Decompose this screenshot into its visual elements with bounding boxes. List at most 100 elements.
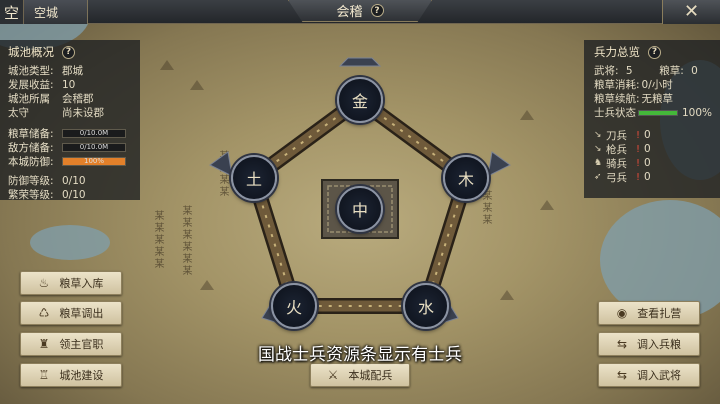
troop-count: 0 — [644, 143, 651, 155]
grain-deposit-button[interactable]: ♨ 粮草入库 — [20, 271, 122, 295]
info-key: 城池类型: — [8, 65, 54, 77]
alert-icon: ! — [636, 143, 641, 155]
help-icon[interactable]: ? — [648, 45, 661, 59]
grain-store-bar: 0/10.0M — [62, 128, 126, 138]
button-label: 调入武将 — [637, 369, 682, 382]
troop-count: 0 — [644, 157, 651, 169]
troop-row: ♞ 骑兵 ! 0 — [594, 156, 720, 170]
troop-status-row: 士兵状态 100% — [594, 106, 720, 120]
panel-title: 兵力总览 — [594, 45, 640, 59]
troop-status-label: 士兵状态 — [594, 107, 636, 119]
level-value: 0/10 — [62, 189, 86, 201]
video-subtitle: 国战士兵资源条显示有士兵 — [258, 345, 462, 365]
alert-icon: ! — [636, 171, 641, 183]
alert-icon: ! — [636, 157, 641, 169]
store-key: 敌方储备: — [8, 141, 54, 154]
view-camp-button[interactable]: ◉ 查看扎营 — [598, 301, 700, 325]
level-row: 防御等级: 0/10 — [8, 174, 140, 188]
button-label: 查看扎营 — [637, 307, 682, 320]
bar-label: 100% — [83, 156, 104, 165]
troop-status-value: 100% — [682, 107, 713, 119]
transfer-icon: ⇆ — [616, 368, 628, 382]
troops-icon: ⚔ — [327, 368, 339, 382]
store-key: 粮草储备: — [8, 127, 54, 140]
level-value: 0/10 — [62, 175, 86, 187]
city-overview-title-row: 城池概况 ? — [8, 44, 140, 60]
element-node-fire[interactable]: 火 — [271, 283, 317, 329]
grain-sack-icon: ♨ — [38, 276, 50, 290]
troop-row: ➶ 弓兵 ! 0 — [594, 170, 720, 184]
troop-status-bar — [638, 110, 678, 116]
stat-value: 5 — [625, 65, 633, 77]
info-row: 太守 尚未设郡 — [8, 106, 140, 120]
element-node-wood[interactable]: 木 — [443, 155, 489, 201]
level-key: 繁荣等级: — [8, 189, 54, 201]
troop-name: 骑兵 — [606, 157, 627, 170]
close-button[interactable]: ✕ — [662, 0, 720, 24]
wall-icon: ♖ — [38, 368, 50, 382]
help-icon[interactable]: ? — [370, 4, 384, 17]
info-row: 城池类型: 郡城 — [8, 64, 140, 78]
city-tab[interactable]: 空 空城 — [0, 0, 88, 24]
store-key: 本城防御: — [8, 155, 54, 168]
page-title: 会稽 — [336, 5, 363, 20]
troop-overview-title-row: 兵力总览 ? — [594, 44, 720, 60]
info-row: 城池所属 会稽郡 — [8, 92, 140, 106]
troop-overview-panel: 兵力总览 ? 武将: 5 粮草: 0 粮草消耗: 0/小时 粮草续航: 无粮草 士兵… — [584, 40, 720, 198]
troop-count: 0 — [644, 129, 651, 141]
stat-row: 粮草续航: 无粮草 — [594, 92, 720, 106]
info-key: 城池所属 — [8, 93, 50, 105]
stat-key: 粮草续航: — [594, 93, 640, 105]
stat-key: 武将: — [594, 65, 619, 77]
troop-row: ↘ 枪兵 ! 0 — [594, 142, 720, 156]
stat-row: 武将: 5 粮草: 0 — [594, 64, 720, 78]
info-value: 郡城 — [62, 65, 83, 77]
info-value: 10 — [62, 79, 76, 91]
enemy-store-bar: 0/10.0M — [62, 142, 126, 152]
title-plate: 会稽 ? — [288, 0, 432, 22]
transfer-general-button[interactable]: ⇆ 调入武将 — [598, 363, 700, 387]
city-name: 空城 — [34, 5, 59, 20]
element-node-earth[interactable]: 土 — [231, 155, 277, 201]
stat-value: 0/小时 — [641, 79, 673, 91]
grain-withdraw-button[interactable]: ♺ 粮草调出 — [20, 301, 122, 325]
stat-value: 0 — [691, 65, 698, 77]
level-key: 防御等级: — [8, 175, 54, 187]
top-bar: 空 空城 会稽 ? ✕ — [0, 0, 720, 24]
info-value: 尚未设郡 — [62, 107, 104, 119]
bar-label: 0/10.0M — [79, 128, 109, 137]
city-glyph-icon: 空 — [0, 0, 24, 24]
info-value: 会稽郡 — [62, 93, 94, 105]
assign-troops-button[interactable]: ⚔ 本城配兵 — [310, 363, 410, 387]
grain-store-row: 粮草储备: 0/10.0M — [8, 126, 140, 140]
button-label: 粮草调出 — [59, 307, 104, 320]
horse-icon: ♞ — [594, 158, 603, 168]
panel-title: 城池概况 — [8, 45, 54, 59]
info-row: 发展收益: 10 — [8, 78, 140, 92]
sword-icon: ↘ — [594, 130, 602, 140]
element-node-metal[interactable]: 金 — [337, 77, 383, 123]
stat-row: 粮草消耗: 0/小时 — [594, 78, 720, 92]
defense-row: 本城防御: 100% — [8, 154, 140, 168]
button-label: 本城配兵 — [348, 369, 393, 382]
element-node-center[interactable]: 中 — [337, 186, 383, 232]
level-row: 繁荣等级: 0/10 — [8, 188, 140, 202]
bow-icon: ➶ — [594, 172, 602, 182]
info-key: 太守 — [8, 107, 29, 119]
button-label: 城池建设 — [59, 369, 104, 382]
stat-value: 无粮草 — [641, 93, 674, 105]
help-icon[interactable]: ? — [62, 45, 75, 59]
button-label: 粮草入库 — [59, 277, 104, 290]
eye-icon: ◉ — [616, 306, 628, 320]
city-overview-panel: 城池概况 ? 城池类型: 郡城 发展收益: 10 城池所属 会稽郡 太守 尚未设郡 粮草… — [0, 40, 140, 202]
troop-row: ↘ 刀兵 ! 0 — [594, 128, 720, 142]
element-node-water[interactable]: 水 — [403, 283, 449, 329]
alert-icon: ! — [636, 129, 641, 141]
troop-name: 刀兵 — [606, 129, 627, 142]
troop-count: 0 — [644, 171, 651, 183]
troop-name: 枪兵 — [606, 143, 627, 156]
city-build-button[interactable]: ♖ 城池建设 — [20, 363, 122, 387]
grain-cart-icon: ♺ — [38, 306, 50, 320]
spear-icon: ↘ — [594, 144, 602, 154]
defense-bar: 100% — [62, 156, 126, 166]
